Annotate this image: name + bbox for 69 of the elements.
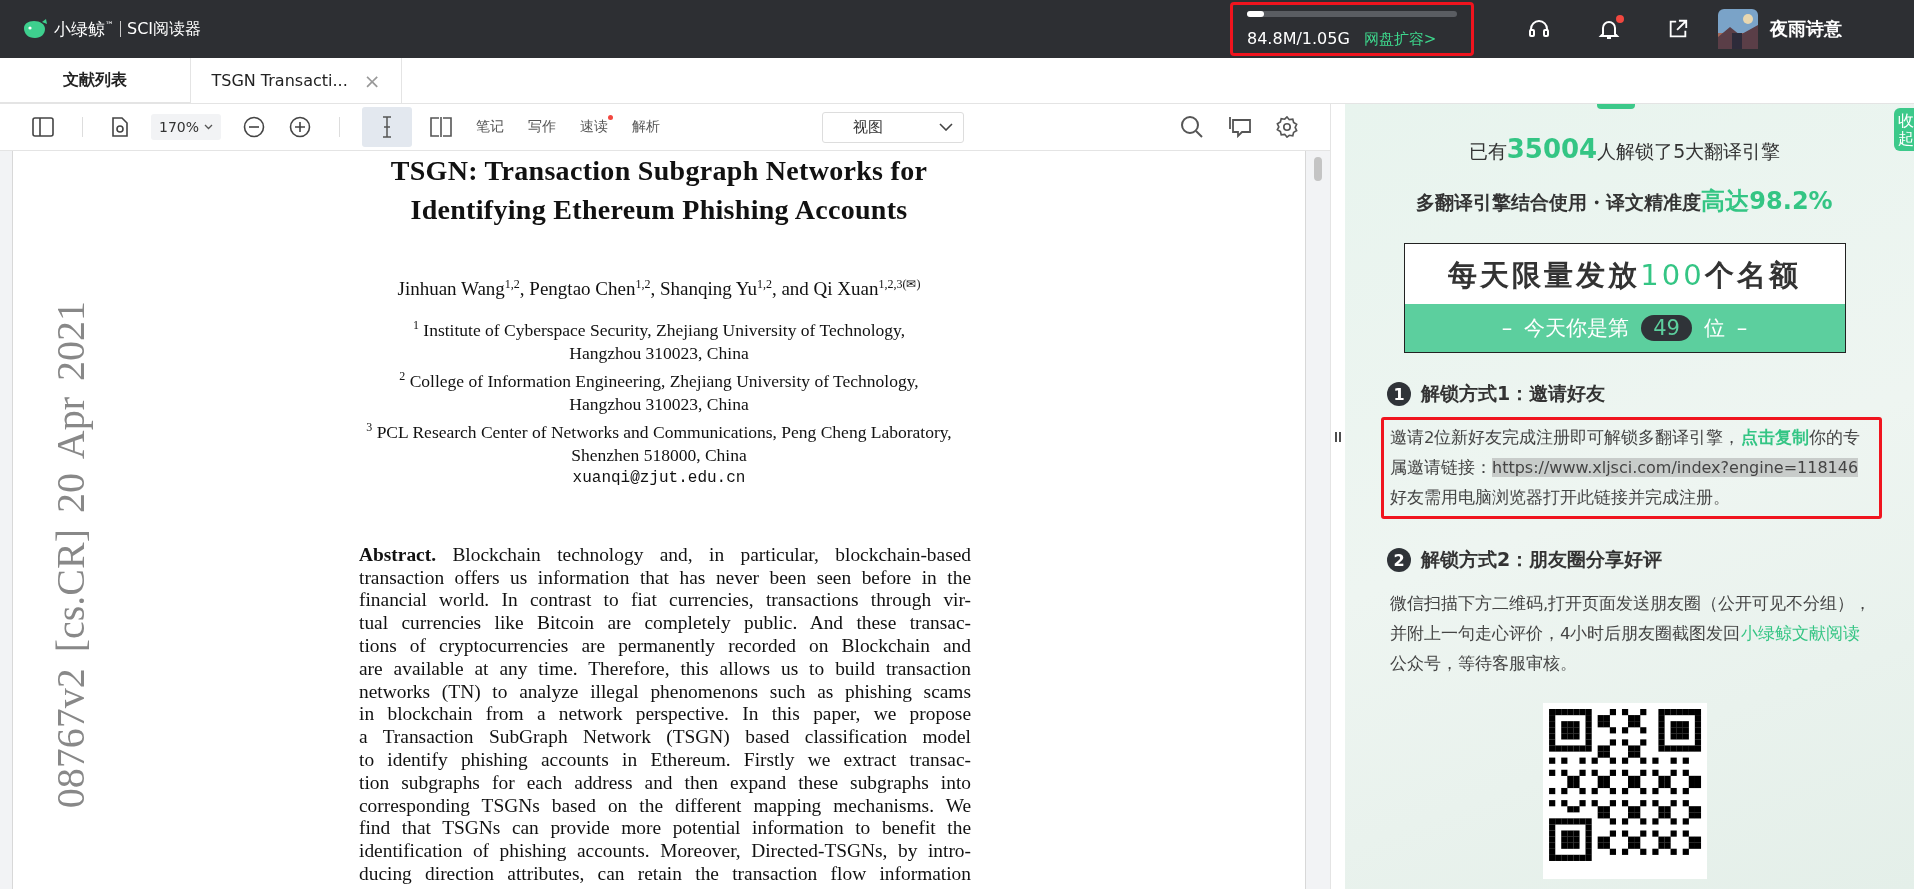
abstract-text: tion subgraphs for each address and then expand these subgraphs into bbox=[359, 771, 971, 795]
sidebar-toggle-icon[interactable] bbox=[32, 117, 54, 137]
abstract-text: transaction offers us information that has never been seen before in the bbox=[359, 566, 971, 590]
step-number: 2 bbox=[1387, 548, 1411, 572]
author-email: xuanqi@zjut.edu.cn bbox=[572, 467, 746, 489]
abstract-text: tual currencies like Bitcoin are completely public. And these transac- bbox=[359, 612, 971, 635]
settings-icon[interactable] bbox=[1276, 116, 1298, 138]
toolbar-tab[interactable]: 笔记 bbox=[476, 118, 505, 136]
arxiv-stamp-text: 08767v2 [cs.CR] 20 Apr 2021 bbox=[47, 301, 94, 809]
document-tab[interactable]: 文献列表 bbox=[0, 58, 191, 103]
toolbar-tab[interactable]: 解析 bbox=[632, 118, 661, 136]
stat-text: 多翻译引擎结合使用・译文精准度高达98.2% bbox=[1416, 186, 1833, 217]
rank-text: 今天你是第 bbox=[1524, 315, 1630, 342]
paper-title: TSGN: Transaction Subgraph Networks for bbox=[390, 154, 928, 188]
affiliation-text: $^{3}$ PCL Research Center of Networks and Communications, Peng Cheng Laboratory, bbox=[366, 419, 952, 444]
split-view-icon[interactable] bbox=[430, 117, 453, 137]
page-settings-icon[interactable] bbox=[111, 117, 129, 137]
product-name: SCI阅读器 bbox=[127, 18, 202, 40]
caret-icon bbox=[939, 123, 954, 131]
abstract-text: ducing direction attributes, can retain the transaction flow information bbox=[359, 862, 971, 886]
affiliation-text: Hangzhou 310023, China bbox=[569, 393, 749, 416]
scrollbar-thumb[interactable] bbox=[1314, 157, 1322, 181]
view-dropdown[interactable]: 视图 bbox=[822, 111, 965, 143]
step-number: 1 bbox=[1387, 382, 1411, 406]
affiliation-text: $^{1}$ Institute of Cyberspace Security, Zhejiang University of Technology, bbox=[412, 317, 905, 343]
zoom-dropdown[interactable]: 170% bbox=[151, 114, 222, 140]
abstract-text: in blockchain from a network perspective. In this paper, we propose bbox=[359, 703, 971, 727]
rank-number: 49 bbox=[1641, 315, 1692, 341]
user-name[interactable]: 夜雨诗意 bbox=[1770, 17, 1842, 41]
method-text: 微信扫描下方二维码,打开页面发送朋友圈（公开可见不分组），并附上一句走心评价，4小时后朋友圈截图发回小绿鲸文献阅读 公众号，等待客服审核。 bbox=[1389, 593, 1873, 675]
panel-handle[interactable] bbox=[1597, 104, 1635, 109]
text-select-tool[interactable] bbox=[362, 107, 413, 147]
abstract-text: find that TSGNs can provide more potential information to benefit the bbox=[359, 817, 971, 841]
external-link-icon[interactable] bbox=[1667, 18, 1689, 40]
paper-authors: Jinhuan Wang$^{1,2}$, Pengtao Chen$^{1,2}$, Shanqing Yu$^{1,2}$, and Qi Xuan$^{1,2,3(✉)}$ bbox=[397, 277, 921, 301]
method-text: 邀请2位新好友完成注册即可解锁多翻译引擎，点击复制你的专属邀请链接：https://www.xljsci.com/index?engine=118146 好友需用电脑浏览器打开此链接并完成注册。 bbox=[1381, 417, 1882, 519]
zoom-out-icon[interactable] bbox=[243, 116, 266, 138]
paper-title: Identifying Ethereum Phishing Accounts bbox=[410, 193, 908, 227]
abstract-text: financial world. In contrast to fiat currencies, transactions through vir- bbox=[359, 589, 971, 613]
comment-icon[interactable] bbox=[1228, 116, 1252, 138]
method-heading: 解锁方式2：朋友圈分享好评 bbox=[1421, 547, 1663, 572]
abstract-text: Abstract. Blockchain technology and, in particular, blockchain-based bbox=[359, 543, 971, 567]
app-logo-text: 小绿鲸$^{™}$ bbox=[54, 17, 114, 41]
storage-usage: 84.8M/1.05G bbox=[1247, 29, 1350, 48]
upgrade-link[interactable]: 网盘扩容> bbox=[1363, 30, 1437, 49]
abstract-text: to identify phishing accounts in Ethereum. Firstly we extract transac- bbox=[359, 749, 971, 772]
dash-text: – bbox=[1501, 316, 1513, 340]
toolbar-tab[interactable]: 写作 bbox=[528, 118, 557, 136]
abstract-text: corresponding TSGNs based on the different mapping mechanisms. We bbox=[359, 794, 971, 818]
stat-text: 已有35004人解锁了5大翻译引擎 bbox=[1468, 134, 1781, 165]
caret-icon bbox=[204, 124, 214, 130]
method-heading: 解锁方式1：邀请好友 bbox=[1421, 381, 1606, 406]
affiliation-text: $^{2}$ College of Information Engineering, Zhejiang University of Technology, bbox=[399, 368, 919, 393]
abstract-text: identification of phishing accounts. Moreover, Directed-TSGNs, by intro- bbox=[359, 840, 971, 863]
abstract-text: a Transaction SubGraph Network (TSGN) based classification model bbox=[359, 726, 971, 749]
abstract-text: tions of cryptocurrencies are permanently recorded on Blockchain and bbox=[359, 635, 971, 658]
quota-text: 每天限量发放 100个名额 bbox=[1447, 257, 1802, 294]
invite-url[interactable]: https://www.xljsci.com/index?engine=118146 bbox=[1492, 458, 1859, 477]
grip-icon[interactable] bbox=[1335, 431, 1341, 442]
affiliation-text: Shenzhen 518000, China bbox=[571, 443, 747, 467]
rank-text: 位 bbox=[1703, 315, 1725, 342]
abstract-text: networks (TN) to analyze illegal phenomenons such as phishing scams bbox=[359, 680, 971, 704]
abstract-text: are available at any time. Therefore, this allows us to build transaction bbox=[359, 657, 971, 681]
search-icon[interactable] bbox=[1180, 115, 1204, 139]
whale-icon bbox=[22, 18, 48, 40]
dash-text: – bbox=[1736, 316, 1748, 340]
zoom-in-icon[interactable] bbox=[289, 116, 312, 138]
toolbar-tab[interactable]: 速读 bbox=[580, 118, 609, 136]
affiliation-text: Hangzhou 310023, China bbox=[569, 342, 749, 366]
